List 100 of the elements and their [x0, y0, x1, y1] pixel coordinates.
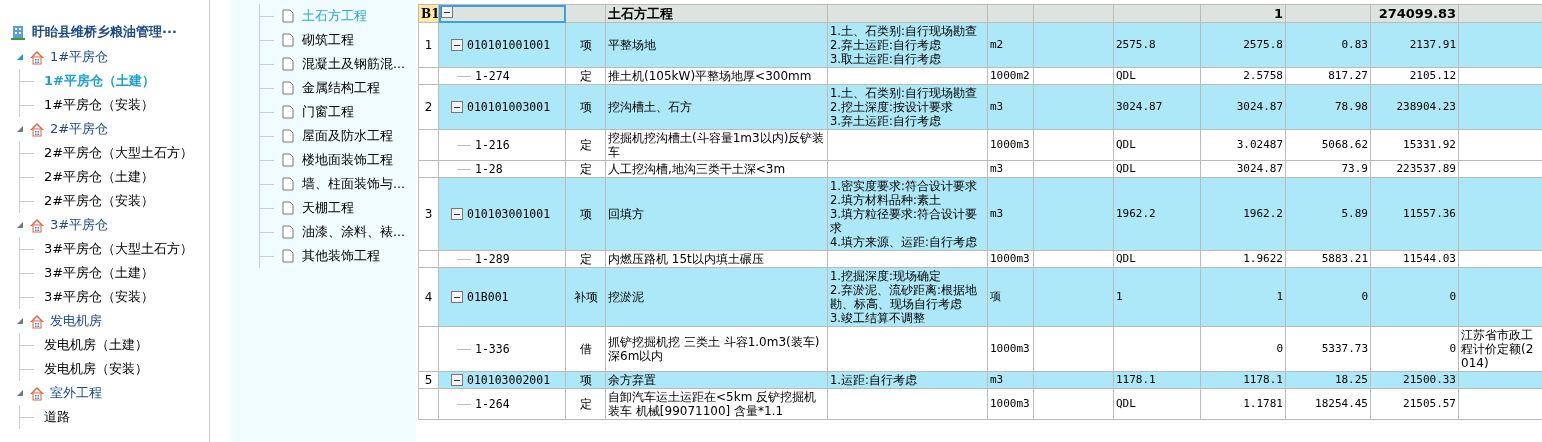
table-cell: 5 — [424, 373, 433, 387]
tree-item[interactable]: 发电机房（安装） — [44, 360, 148, 378]
table-cell: 3024.87 — [1236, 100, 1283, 113]
table-cell: 1-274 — [475, 69, 510, 83]
row-id: B1 — [418, 4, 439, 23]
table-cell: 2 — [424, 100, 433, 114]
table-cell: 3.02487 — [1236, 138, 1283, 151]
table-cell: m3 — [990, 373, 1004, 386]
tree-item[interactable]: 1#平房仓（安装） — [44, 96, 155, 114]
table-cell: 1.土、石类别:自行现场勘查 2.挖土深度:按设计要求 3.弃土运距:自行考虑 — [830, 86, 977, 128]
document-icon — [282, 153, 294, 167]
tree-group[interactable]: 1#平房仓 — [50, 48, 109, 66]
table-cell: 借 — [579, 342, 592, 356]
table-cell: 4 — [424, 290, 433, 304]
table-cell: 1962.2 — [1243, 207, 1283, 220]
tree-item[interactable]: 道路 — [44, 408, 70, 426]
table-cell: 定 — [579, 69, 592, 83]
table-cell: 1 — [1200, 4, 1286, 23]
table-cell: 18.25 — [1334, 373, 1368, 386]
expand-arrow-icon[interactable] — [16, 317, 24, 325]
section-item[interactable]: 其他装饰工程 — [302, 247, 380, 265]
table-cell: 0 — [1361, 290, 1368, 303]
section-item[interactable]: 楼地面装饰工程 — [302, 151, 393, 169]
expand-arrow-icon[interactable] — [16, 389, 24, 397]
table-cell: 1000m2 — [990, 69, 1030, 82]
expand-arrow-icon[interactable] — [16, 221, 24, 229]
table-cell: 项 — [579, 38, 592, 52]
section-item[interactable]: 砌筑工程 — [302, 31, 354, 49]
section-item[interactable]: 金属结构工程 — [302, 79, 380, 97]
table-cell: 1.密实度要求:符合设计要求 2.填方材料品种:素土 3.填方粒径要求:符合设计要求 4.填方来源、运距:自行考虑 — [830, 179, 977, 249]
table-cell: 18254.45 — [1315, 397, 1368, 410]
table-cell: 定 — [579, 397, 592, 411]
tree-group[interactable]: 室外工程 — [50, 384, 102, 402]
tree-item[interactable]: 3#平房仓（安装） — [44, 288, 155, 306]
document-icon — [282, 57, 294, 71]
table-cell: 010101001001 — [467, 38, 551, 52]
table-cell: m3 — [990, 100, 1004, 113]
tree-line — [457, 348, 471, 350]
table-cell: 21505.57 — [1403, 397, 1456, 410]
table-cell: 2105.12 — [1409, 69, 1456, 82]
tree-item[interactable]: 3#平房仓（土建） — [44, 264, 155, 282]
collapse-icon[interactable] — [451, 374, 463, 386]
table-cell: 1-336 — [475, 342, 510, 356]
tree-item[interactable]: 2#平房仓（土建） — [44, 168, 155, 186]
table-cell: 平整场地 — [608, 38, 656, 52]
table-cell: 5.89 — [1341, 207, 1368, 220]
table-cell: QDL — [1116, 252, 1136, 265]
table-cell: 1962.2 — [1116, 207, 1156, 220]
section-item[interactable]: 门窗工程 — [302, 103, 354, 121]
table-cell: 土石方工程 — [605, 4, 828, 23]
section-item[interactable]: 混凝土及钢筋混... — [302, 55, 405, 73]
section-item[interactable]: 屋面及防水工程 — [302, 127, 393, 145]
tree-item[interactable]: 发电机房（土建） — [44, 336, 148, 354]
tree-group[interactable]: 3#平房仓 — [50, 216, 109, 234]
tree-item[interactable]: 2#平房仓（安装） — [44, 192, 155, 210]
table-cell: 5337.73 — [1321, 342, 1368, 355]
section-item[interactable]: 天棚工程 — [302, 199, 354, 217]
collapse-icon[interactable] — [451, 208, 463, 220]
table-cell: 817.27 — [1328, 69, 1368, 82]
table-cell: 5883.21 — [1321, 252, 1368, 265]
collapse-icon[interactable] — [451, 101, 463, 113]
table-cell: QDL — [1116, 69, 1136, 82]
tree-item[interactable]: 3#平房仓（大型土石方） — [44, 240, 194, 258]
table-cell: 2575.8 — [1243, 38, 1283, 51]
table-cell: 抓铲挖掘机挖 三类土 斗容1.0m3(装车)深6m以内 — [608, 335, 820, 363]
table-cell: 3024.87 — [1236, 162, 1283, 175]
table-cell: 01B001 — [467, 290, 509, 304]
table-cell: 1-289 — [475, 252, 510, 266]
expand-arrow-icon[interactable] — [16, 125, 24, 133]
collapse-icon[interactable] — [441, 6, 453, 18]
table-cell: 1-264 — [475, 397, 510, 411]
table-cell: 73.9 — [1341, 162, 1368, 175]
expand-arrow-icon[interactable] — [16, 53, 24, 61]
table-cell: 挖淤泥 — [608, 290, 644, 304]
project-root[interactable]: 盱眙县维桥乡粮油管理··· — [32, 23, 177, 41]
section-item[interactable]: 油漆、涂料、裱... — [302, 223, 405, 241]
table-cell: 江苏省市政工程计价定额(2014) — [1461, 328, 1534, 370]
section-item[interactable]: 墙、柱面装饰与... — [302, 175, 405, 193]
tree-group[interactable]: 2#平房仓 — [50, 120, 109, 138]
table-cell: 2137.91 — [1409, 38, 1456, 51]
collapse-icon[interactable] — [451, 39, 463, 51]
table-cell: 推土机(105kW)平整场地厚<300mm — [608, 69, 812, 83]
collapse-icon[interactable] — [451, 291, 463, 303]
table-cell: 1-28 — [475, 162, 503, 176]
table-cell: 项 — [579, 207, 592, 221]
tree-item[interactable]: 2#平房仓（大型土石方） — [44, 144, 194, 162]
table-cell: 1.9622 — [1243, 252, 1283, 265]
table-cell: 11557.36 — [1403, 207, 1456, 220]
tree-line — [457, 75, 471, 77]
table-cell: 项 — [579, 373, 592, 387]
table-cell: 5068.62 — [1321, 138, 1368, 151]
table-cell: 3 — [424, 207, 433, 221]
table-cell: 挖沟槽土、石方 — [608, 100, 692, 114]
table-cell: 2575.8 — [1116, 38, 1156, 51]
tree-group[interactable]: 发电机房 — [50, 312, 102, 330]
table-cell: 1178.1 — [1116, 373, 1156, 386]
document-icon — [282, 81, 294, 95]
table-cell: 挖掘机挖沟槽土(斗容量1m3以内)反铲装车 — [608, 131, 825, 159]
table-cell: 3024.87 — [1116, 100, 1163, 113]
building-icon — [10, 24, 26, 40]
